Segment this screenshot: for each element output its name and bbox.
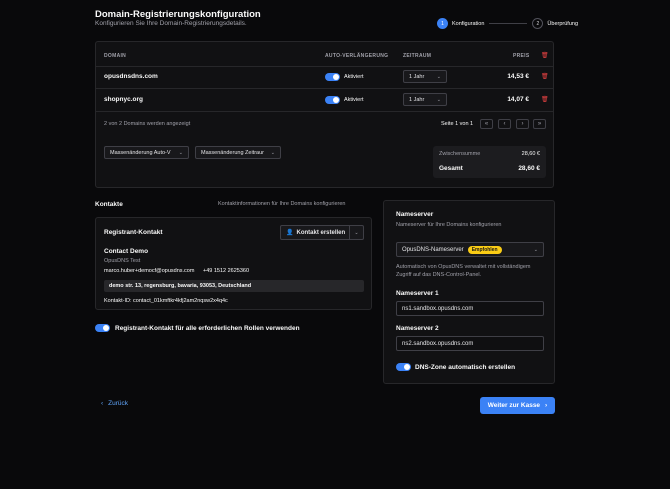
- use-for-all-row: Registrant-Kontakt für alle erforderlich…: [95, 324, 300, 332]
- prev-page-button[interactable]: ‹: [498, 119, 511, 129]
- auto-renew-toggle[interactable]: [325, 73, 340, 81]
- period-select[interactable]: 1 Jahr ⌄: [403, 93, 447, 106]
- registrant-label: Registrant-Kontakt: [104, 229, 163, 236]
- trash-icon[interactable]: 🗑: [541, 73, 549, 80]
- domain-name: opusdnsdns.com: [104, 73, 158, 80]
- bulk-period-label: Massenänderung Zeitraur: [201, 149, 264, 156]
- contacts-heading: Kontakte: [95, 201, 123, 208]
- nameserver-select[interactable]: OpusDNS-Nameserver Empfohlen ⌄: [396, 242, 544, 257]
- nameserver-card: Nameserver Nameserver für Ihre Domains k…: [383, 200, 555, 384]
- subtotal-value: 28,60 €: [521, 151, 540, 157]
- step-1-label: Konfiguration: [452, 20, 485, 27]
- contact-org: OpusDNS Test: [104, 258, 141, 264]
- first-page-button[interactable]: «: [480, 119, 493, 129]
- auto-renew-toggle[interactable]: [325, 96, 340, 104]
- registrant-card: Registrant-Kontakt 👤 Kontakt erstellen ⌄…: [95, 217, 372, 310]
- col-auto-renew: AUTO-VERLÄNGERUNG: [325, 53, 389, 59]
- divider: [96, 66, 553, 67]
- last-page-button[interactable]: »: [533, 119, 546, 129]
- chevron-down-icon: ⌄: [354, 229, 359, 236]
- period-value: 1 Jahr: [409, 96, 425, 103]
- bulk-auto-renew-select[interactable]: Massenänderung Auto-V ⌄: [104, 146, 189, 159]
- delete-all-icon[interactable]: 🗑: [541, 52, 549, 59]
- auto-renew-label: Aktiviert: [344, 97, 364, 103]
- contact-id: Kontakt-ID: contact_01kmftkr4kfj2am2nqsw…: [104, 298, 228, 304]
- nameserver-selected: OpusDNS-Nameserver: [402, 246, 464, 253]
- checkout-button[interactable]: Weiter zur Kasse ›: [480, 397, 555, 414]
- ns1-label: Nameserver 1: [396, 290, 439, 297]
- shown-count: 2 von 2 Domains werden angezeigt: [104, 121, 191, 127]
- col-period: ZEITRAUM: [403, 53, 432, 59]
- contacts-hint: Kontaktinformationen für Ihre Domains ko…: [218, 201, 346, 207]
- nameserver-heading: Nameserver: [396, 211, 434, 218]
- chevron-down-icon: ⌄: [436, 73, 441, 80]
- trash-icon[interactable]: 🗑: [541, 96, 549, 103]
- order-summary: Zwischensumme 28,60 € Gesamt 28,60 €: [433, 146, 546, 178]
- bulk-period-select[interactable]: Massenänderung Zeitraur ⌄: [195, 146, 281, 159]
- bulk-auto-label: Massenänderung Auto-V: [110, 149, 171, 156]
- subtotal-label: Zwischensumme: [439, 151, 481, 157]
- dns-zone-label: DNS-Zone automatisch erstellen: [415, 363, 516, 371]
- ns2-input[interactable]: ns2.sandbox.opusdns.com: [396, 336, 544, 351]
- chevron-down-icon: ⌄: [270, 149, 275, 156]
- step-2-label: Überprüfung: [547, 20, 578, 27]
- page-title: Domain-Registrierungskonfiguration: [95, 9, 261, 20]
- auto-renew-cell: Aktiviert: [325, 96, 364, 104]
- page-indicator: Seite 1 von 1: [441, 121, 474, 127]
- price: 14,53 €: [507, 73, 529, 80]
- back-button[interactable]: ‹ Zurück: [101, 400, 128, 407]
- chevron-down-icon: ⌄: [436, 96, 441, 103]
- checkout-label: Weiter zur Kasse: [487, 402, 541, 409]
- chevron-down-icon: ⌄: [533, 246, 538, 253]
- create-contact-group: 👤 Kontakt erstellen ⌄: [280, 225, 364, 240]
- nameserver-description: Automatisch von OpusDNS verwaltet mit vo…: [396, 264, 531, 278]
- stepper: 1 Konfiguration 2 Überprüfung: [437, 18, 578, 29]
- col-domain: DOMAIN: [104, 53, 127, 59]
- divider: [96, 111, 553, 112]
- auto-renew-cell: Aktiviert: [325, 73, 364, 81]
- total-label: Gesamt: [439, 165, 463, 172]
- use-for-all-label: Registrant-Kontakt für alle erforderlich…: [115, 324, 300, 332]
- domain-name: shopnyc.org: [104, 96, 144, 103]
- create-contact-label: Kontakt erstellen: [296, 229, 346, 236]
- step-2-number: 2: [532, 18, 544, 29]
- domain-table-card: DOMAIN AUTO-VERLÄNGERUNG ZEITRAUM PREIS …: [95, 41, 554, 188]
- page-subtitle: Konfigurieren Sie Ihre Domain-Registrier…: [95, 20, 247, 27]
- dns-zone-row: DNS-Zone automatisch erstellen: [396, 363, 515, 371]
- step-1-number: 1: [437, 18, 448, 29]
- back-label: Zurück: [108, 400, 129, 407]
- contact-email: marco.huber+democf@opusdns.com: [104, 268, 195, 274]
- ns2-label: Nameserver 2: [396, 325, 439, 332]
- step-connector: [489, 23, 528, 24]
- divider: [96, 88, 553, 89]
- period-value: 1 Jahr: [409, 73, 425, 80]
- recommended-badge: Empfohlen: [467, 245, 502, 254]
- col-price: PREIS: [513, 53, 530, 59]
- nameserver-subtitle: Nameserver für Ihre Domains konfiguriere…: [396, 222, 502, 228]
- chevron-right-icon: ›: [545, 402, 548, 409]
- use-for-all-toggle[interactable]: [95, 324, 110, 332]
- next-page-button[interactable]: ›: [516, 119, 529, 129]
- create-contact-button[interactable]: 👤 Kontakt erstellen: [281, 229, 349, 237]
- contact-address: demo str. 13, regensburg, bavaria, 93053…: [104, 280, 364, 292]
- price: 14,07 €: [507, 96, 529, 103]
- contact-menu-button[interactable]: ⌄: [349, 226, 363, 239]
- auto-renew-label: Aktiviert: [344, 74, 364, 80]
- chevron-down-icon: ⌄: [178, 149, 183, 156]
- user-icon: 👤: [286, 230, 294, 236]
- ns1-input[interactable]: ns1.sandbox.opusdns.com: [396, 301, 544, 316]
- contact-name: Contact Demo: [104, 248, 149, 255]
- period-select[interactable]: 1 Jahr ⌄: [403, 70, 447, 83]
- total-value: 28,60 €: [518, 165, 540, 172]
- chevron-left-icon: ‹: [101, 400, 104, 407]
- dns-zone-toggle[interactable]: [396, 363, 411, 371]
- contact-phone: +49 1512 2625360: [203, 268, 250, 274]
